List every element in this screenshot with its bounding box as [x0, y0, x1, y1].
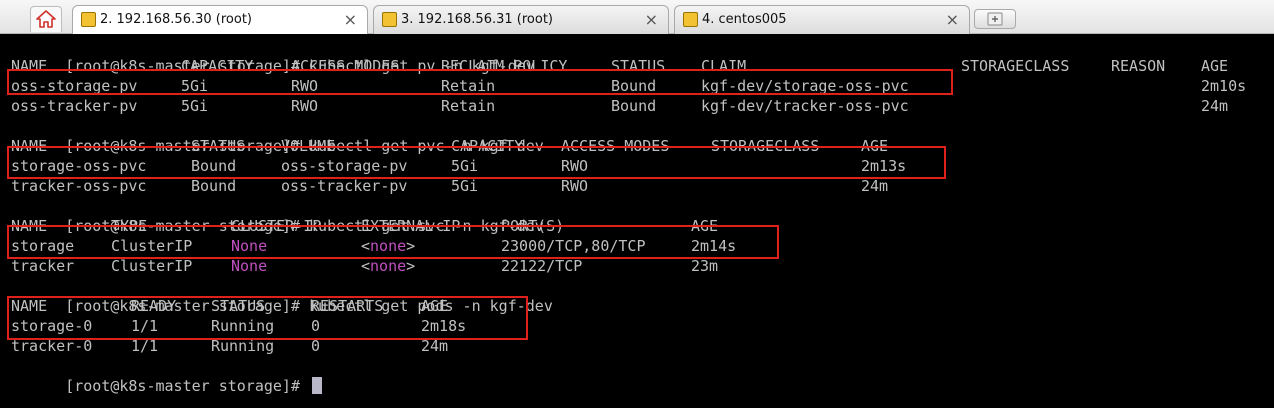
- new-tab-button[interactable]: [974, 9, 1016, 29]
- close-icon[interactable]: ×: [344, 10, 357, 29]
- terminal-cursor: [312, 377, 323, 394]
- pvc-status: Bound: [191, 177, 237, 195]
- highlight-box-pv-row: [7, 69, 953, 95]
- session-terminal-icon: [81, 12, 96, 27]
- close-icon[interactable]: ×: [645, 10, 658, 29]
- terminal-command-line: [root@k8s-master storage]# kubectl get p…: [11, 36, 553, 75]
- shell-prompt: [root@k8s-master storage]#: [65, 377, 310, 395]
- svc-cluster-ip: None: [231, 257, 268, 275]
- pv-status: Bound: [611, 97, 657, 115]
- pvc-age: 24m: [861, 177, 889, 195]
- home-button[interactable]: [30, 6, 62, 32]
- svc-external-ip: <none>: [361, 257, 416, 275]
- session-terminal-icon: [382, 12, 397, 27]
- svc-ports: 22122/TCP: [501, 257, 583, 275]
- pv-age: 2m10s: [1201, 77, 1247, 95]
- tab-bar: 2. 192.168.56.30 (root) × 3. 192.168.56.…: [0, 0, 1274, 35]
- tab-label: 2. 192.168.56.30 (root): [100, 12, 252, 27]
- terminal-command-line: [root@k8s-master storage]# kubectl get p…: [11, 276, 553, 315]
- column-header: REASON: [1111, 57, 1166, 75]
- pvc-name: tracker-oss-pvc: [11, 177, 147, 195]
- pv-claim: kgf-dev/tracker-oss-pvc: [701, 97, 909, 115]
- svc-external-ip-value: none: [370, 257, 407, 275]
- svc-age: 23m: [691, 257, 719, 275]
- tab-session-3[interactable]: 3. 192.168.56.31 (root) ×: [373, 5, 669, 34]
- svc-type: ClusterIP: [111, 257, 193, 275]
- terminal-prompt-line[interactable]: [root@k8s-master storage]#: [11, 356, 553, 395]
- pvc-row: tracker-oss-pvc Bound oss-tracker-pv 5Gi…: [11, 176, 888, 196]
- pv-row: oss-tracker-pv 5Gi RWO Retain Bound kgf-…: [11, 96, 1228, 116]
- pv-access-modes: RWO: [291, 97, 319, 115]
- close-icon[interactable]: ×: [946, 10, 959, 29]
- highlight-box-pod-row: [7, 296, 528, 340]
- svc-row: tracker ClusterIP None <none> 22122/TCP …: [11, 256, 718, 276]
- pv-reclaim-policy: Retain: [441, 97, 496, 115]
- tab-label: 3. 192.168.56.31 (root): [401, 12, 553, 27]
- pvc-access-modes: RWO: [561, 177, 589, 195]
- tab-session-2[interactable]: 2. 192.168.56.30 (root) ×: [72, 5, 368, 35]
- tab-label: 4. centos005: [702, 12, 787, 27]
- new-tab-icon: [987, 12, 1003, 26]
- svc-name: tracker: [11, 257, 75, 275]
- terminal-pane[interactable]: [root@k8s-master storage]# kubectl get p…: [0, 34, 1274, 408]
- terminal-command-line: [root@k8s-master storage]# kubectl get p…: [11, 116, 553, 155]
- pv-capacity: 5Gi: [181, 97, 209, 115]
- pvc-capacity: 5Gi: [451, 177, 479, 195]
- session-terminal-icon: [683, 12, 698, 27]
- column-header: STORAGECLASS: [961, 57, 1070, 75]
- highlight-box-svc-row: [7, 225, 779, 259]
- home-icon: [36, 10, 56, 28]
- pv-name: oss-tracker-pv: [11, 97, 138, 115]
- column-header: AGE: [1201, 57, 1229, 75]
- pv-age: 24m: [1201, 97, 1229, 115]
- pvc-volume: oss-tracker-pv: [281, 177, 408, 195]
- highlight-box-pvc-row: [7, 146, 946, 179]
- terminal-command-line: [root@k8s-master storage]# kubectl get s…: [11, 196, 553, 235]
- tab-session-4[interactable]: 4. centos005 ×: [674, 5, 970, 34]
